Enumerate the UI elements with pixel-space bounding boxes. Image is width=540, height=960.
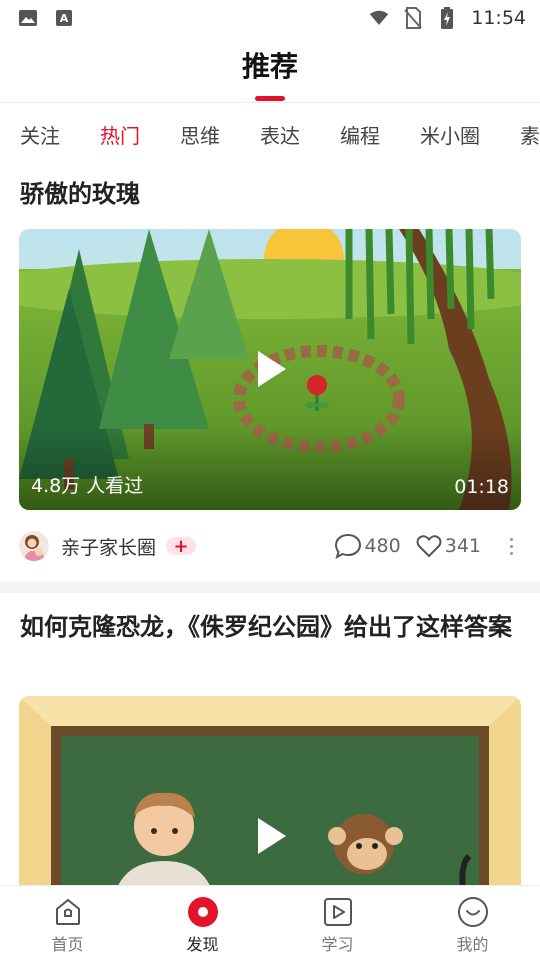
tab-thinking[interactable]: 思维 (160, 120, 240, 149)
heart-icon[interactable] (415, 533, 443, 559)
video-thumbnail[interactable] (19, 696, 521, 896)
play-icon[interactable] (248, 347, 292, 391)
video-cover-image (19, 696, 521, 896)
post-meta-row: 亲子家长圈 + 480 341 (19, 526, 521, 566)
nav-label: 学习 (321, 935, 354, 954)
tab-expression[interactable]: 表达 (240, 120, 320, 149)
wifi-icon (369, 8, 389, 28)
nav-mine[interactable]: 我的 (405, 886, 540, 960)
title-active-indicator (255, 96, 285, 101)
image-icon (18, 8, 38, 28)
status-time: 11:54 (471, 7, 526, 29)
status-bar: A 11:54 (0, 0, 540, 36)
play-square-icon (323, 898, 352, 926)
no-sim-icon (403, 7, 423, 29)
more-options-icon[interactable] (501, 537, 521, 555)
smile-face-icon (457, 897, 488, 927)
video-duration: 01:18 (454, 476, 509, 498)
view-count: 4.8万 人看过 (31, 475, 144, 497)
play-icon[interactable] (248, 814, 292, 858)
video-thumbnail[interactable]: 4.8万 人看过 01:18 (19, 229, 521, 510)
discover-icon (187, 897, 218, 927)
tab-programming[interactable]: 编程 (320, 120, 400, 149)
like-count: 341 (444, 535, 481, 557)
nav-label: 我的 (456, 935, 489, 954)
nav-learn[interactable]: 学习 (270, 886, 405, 960)
battery-charging-icon (437, 7, 457, 29)
tab-follow[interactable]: 关注 (0, 120, 80, 149)
follow-button[interactable]: + (166, 536, 197, 557)
bottom-navigation: 首页 发现 学习 我的 (0, 885, 540, 960)
nav-discover[interactable]: 发现 (135, 886, 270, 960)
tab-mixiaoquan[interactable]: 米小圈 (400, 120, 500, 149)
tab-more[interactable]: 素 (500, 120, 540, 149)
page-title: 推荐 (241, 50, 298, 83)
nav-label: 首页 (51, 935, 84, 954)
nav-label: 发现 (186, 935, 219, 954)
nav-home[interactable]: 首页 (0, 886, 135, 960)
home-icon (55, 898, 80, 925)
title-bar: 推荐 (0, 36, 540, 102)
comment-count: 480 (364, 535, 401, 557)
avatar[interactable] (19, 531, 49, 561)
section-divider (0, 581, 540, 593)
keyboard-a-icon: A (54, 8, 74, 28)
category-tabs: 关注 热门 思维 表达 编程 米小圈 素 (0, 103, 540, 165)
comment-icon[interactable] (334, 533, 362, 559)
channel-name[interactable]: 亲子家长圈 (61, 533, 156, 560)
post-title[interactable]: 骄傲的玫瑰 (20, 176, 520, 212)
svg-text:A: A (60, 12, 69, 25)
post-title[interactable]: 如何克隆恐龙，《侏罗纪公园》给出了这样答案 (20, 609, 520, 645)
tab-hot[interactable]: 热门 (80, 120, 160, 149)
